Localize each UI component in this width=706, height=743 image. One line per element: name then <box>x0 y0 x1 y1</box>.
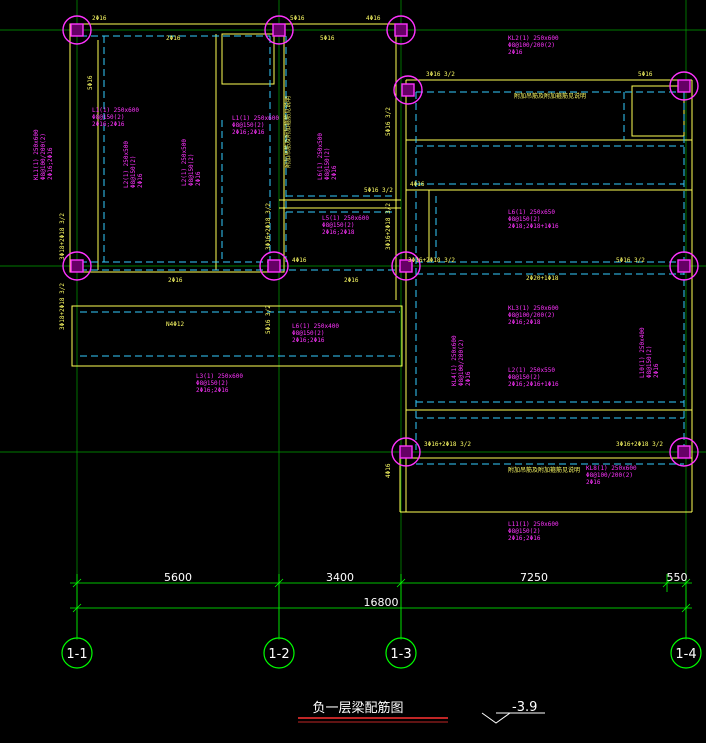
beam-label: L5(1) 250x600 Φ8@150(2) 2Φ16;2Φ18 <box>322 215 369 236</box>
beam-label: L10(1) 250x400Φ8@150(2)2Φ16 <box>639 327 660 378</box>
note: 附加吊筋及附加箍筋见说明 <box>514 92 586 100</box>
note: 2Φ20+1Φ18 <box>526 275 559 282</box>
beam-label: KL3(1) 250x600 Φ8@100/200(2) 2Φ16;2Φ18 <box>508 305 559 326</box>
note: 5Φ16 3/2 <box>364 187 393 194</box>
beam-label: L11(1) 250x600 Φ8@150(2) 2Φ16;2Φ16 <box>508 521 559 542</box>
note: 5Φ16 <box>638 71 653 78</box>
note: 5Φ16 <box>290 15 305 22</box>
note: 2Φ16 <box>344 277 359 284</box>
dim-span-4: 550 <box>667 571 688 584</box>
dim-span-1: 5600 <box>164 571 192 584</box>
beam-label: L1(1) 250x600 Φ8@150(2) 2Φ16;2Φ16 <box>232 115 279 136</box>
dimension-texts: 5600 3400 7250 550 16800 <box>164 571 688 609</box>
note: 2Φ16 <box>168 277 183 284</box>
beam-label: L2(1) 250x550 Φ8@150(2) 2Φ16;2Φ16+1Φ16 <box>508 367 559 388</box>
dim-span-3: 7250 <box>520 571 548 584</box>
axis-label: 1-3 <box>390 647 411 662</box>
note: 2Φ16 <box>92 15 107 22</box>
note: 5Φ16 <box>87 75 94 90</box>
note: 3Φ16+2Φ18 3/2 <box>616 441 663 448</box>
beam-label: KL1(1) 250x600Φ8@100/200(2)2Φ16;2Φ16 <box>33 129 54 180</box>
title-block: 负一层梁配筋图 -3.9 <box>298 700 545 724</box>
beam-label: L2(1) 250x500Φ8@150(2)2Φ16 <box>123 141 144 188</box>
beam-label: L1(1) 250x600 Φ8@150(2) 2Φ16;2Φ16 <box>92 107 139 128</box>
axis-label: 1-1 <box>66 647 87 662</box>
note: 3Φ16 3/2 <box>426 71 455 78</box>
beam-edges <box>69 23 693 513</box>
note: 3Φ18+2Φ18 3/2 <box>59 213 66 260</box>
note: 5Φ16 <box>320 35 335 42</box>
columns <box>62 15 699 467</box>
beam-label: L3(1) 250x600 Φ8@150(2) 2Φ16;2Φ16 <box>196 373 243 394</box>
dim-total: 16800 <box>364 596 399 609</box>
reinforcement-notes: 2Φ16 5Φ16 4Φ16 2Φ16 5Φ16 3Φ16 3/2 5Φ16 5… <box>59 15 663 478</box>
note: 3Φ16+2Φ18 3/2 <box>408 257 455 264</box>
note: 3Φ16+2Φ18 3/2 <box>385 203 392 250</box>
axis-grid <box>0 0 706 640</box>
axis-label: 1-2 <box>268 647 289 662</box>
beam-label: KL8(1) 250x600 Φ8@100/200(2) 2Φ16 <box>586 465 637 486</box>
note: 2Φ16 <box>166 35 181 42</box>
note: 4Φ16 <box>385 463 392 478</box>
beam-label: L2(1) 250x500Φ8@150(2)2Φ16 <box>181 139 202 186</box>
beam-label: KL2(1) 250x600 Φ8@100/200(2) 2Φ16 <box>508 35 559 56</box>
note: 3Φ16+2Φ18 3/2 <box>265 203 272 250</box>
note: 3Φ18+2Φ18 3/2 <box>59 283 66 330</box>
beam-label: L6(1) 250x650 Φ8@150(2) 2Φ18;2Φ18+1Φ16 <box>508 209 559 230</box>
beam-hidden-lines <box>80 35 685 465</box>
dim-span-2: 3400 <box>326 571 354 584</box>
note: 3Φ16+2Φ18 3/2 <box>424 441 471 448</box>
note: 附加吊筋及附加箍筋见说明 <box>508 466 580 474</box>
beam-reinforcement-drawing: KL1(1) 250x600Φ8@100/200(2)2Φ16;2Φ16 L1(… <box>0 0 706 724</box>
elevation-mark-icon <box>481 712 511 724</box>
beam-label: L6(1) 250x400 Φ8@150(2) 2Φ16;2Φ16 <box>292 323 339 344</box>
note: 5Φ16 3/2 <box>616 257 645 264</box>
axis-label: 1-4 <box>675 647 696 662</box>
drawing-title: 负一层梁配筋图 <box>312 700 403 716</box>
note: 4Φ16 <box>366 15 381 22</box>
beam-label: KL4(1) 250x600Φ8@100/200(2)2Φ16 <box>451 335 472 386</box>
beam-labels: KL1(1) 250x600Φ8@100/200(2)2Φ16;2Φ16 L1(… <box>33 35 660 542</box>
beam-label: L6(1) 250x500Φ8@150(2)2Φ16 <box>317 133 338 180</box>
note: 4Φ16 <box>410 181 425 188</box>
note: N4Φ12 <box>166 321 184 328</box>
note: 4Φ16 <box>292 257 307 264</box>
note: 5Φ16 3/2 <box>265 305 272 334</box>
note: 5Φ16 3/2 <box>385 107 392 136</box>
elevation-value: -3.9 <box>512 700 537 715</box>
note: 附加吊筋及附加箍筋见说明 <box>284 96 292 168</box>
